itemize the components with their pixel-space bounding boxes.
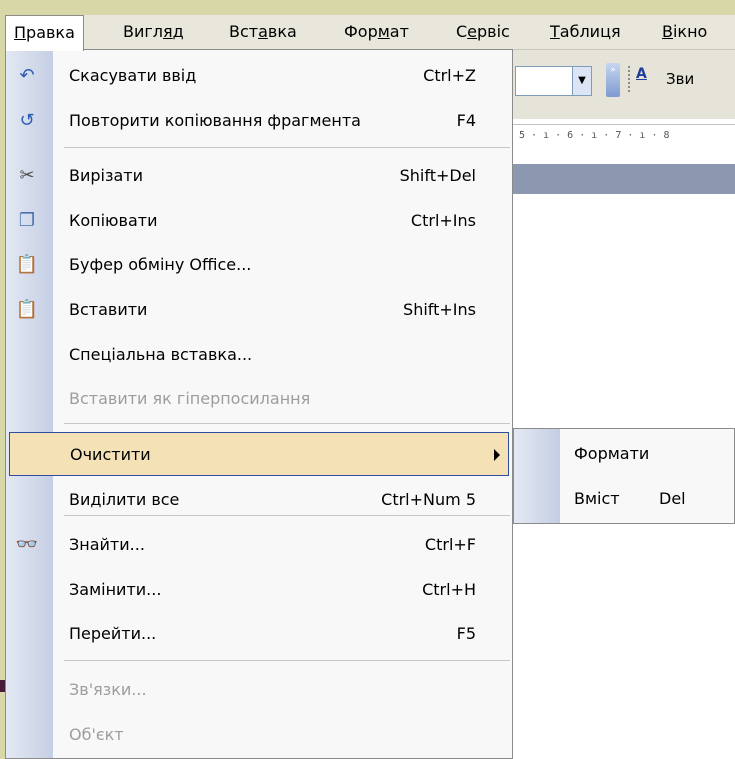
menu-item-undo[interactable]: ↶ Скасувати ввід Ctrl+Z — [6, 54, 512, 98]
repeat-icon: ↺ — [19, 110, 35, 131]
menu-item-select-all[interactable]: Виділити все Ctrl+Num 5 — [6, 478, 512, 522]
horizontal-ruler[interactable]: 5 · ı · 6 · ı · 7 · ı · 8 — [505, 124, 735, 164]
submenu-arrow-icon — [494, 449, 500, 461]
menu-item-shortcut: Ctrl+Ins — [410, 211, 476, 230]
menu-item-clear[interactable]: Очистити — [9, 432, 509, 476]
menu-item-label: Вставити — [69, 300, 148, 319]
ruler-band — [505, 164, 735, 194]
menu-item-paste[interactable]: 📋 Вставити Shift+Ins — [6, 288, 512, 332]
copy-icon: ❐ — [18, 210, 36, 231]
menu-item-label: Зв'язки... — [69, 680, 147, 699]
submenu-item-label: Формати — [574, 444, 650, 463]
edit-menu-dropdown: ↶ Скасувати ввід Ctrl+Z ↺ Повторити копіюван… — [5, 49, 513, 759]
menu-item-copy[interactable]: ❐ Копіювати Ctrl+Ins — [6, 199, 512, 243]
menu-window[interactable]: Вікно — [654, 15, 715, 49]
undo-icon: ↶ — [19, 65, 35, 86]
menu-insert[interactable]: Вставка — [221, 15, 305, 49]
menu-item-object: Об'єкт — [6, 713, 512, 757]
binoculars-icon: 👓 — [15, 534, 39, 555]
menu-item-label: Вставити як гіперпосилання — [69, 389, 311, 408]
menu-item-label: Спеціальна вставка... — [69, 345, 253, 364]
menu-separator — [64, 660, 510, 661]
menu-bar: Правка Вигляд Вставка Формат Сервіс Табл… — [5, 15, 735, 51]
submenu-item-label: Вміст — [574, 489, 620, 508]
scissors-icon: ✂ — [19, 165, 35, 186]
style-combo[interactable]: Зви — [666, 66, 694, 92]
menu-item-shortcut: Ctrl+H — [422, 580, 476, 599]
menu-item-label: Очистити — [70, 445, 151, 464]
menu-item-label: Перейти... — [69, 624, 157, 643]
menu-item-label: Вирізати — [69, 166, 144, 185]
menu-item-redo[interactable]: ↺ Повторити копіювання фрагмента F4 — [6, 99, 512, 143]
menu-item-links: Зв'язки... — [6, 668, 512, 712]
menu-item-label: Копіювати — [69, 211, 158, 230]
styles-icon[interactable]: A — [636, 66, 660, 92]
menu-format[interactable]: Формат — [336, 15, 417, 49]
menu-item-paste-hyperlink: Вставити як гіперпосилання — [6, 377, 512, 421]
submenu-item-shortcut: Del — [659, 489, 686, 508]
font-size-combo[interactable]: ▼ — [515, 66, 592, 96]
menu-item-label: Скасувати ввід — [69, 66, 197, 85]
dropdown-arrow-icon[interactable]: ▼ — [572, 67, 591, 95]
submenu-item-contents[interactable]: Вміст Del — [514, 477, 734, 521]
toolbar-options-button[interactable]: » — [606, 63, 620, 97]
menu-edit[interactable]: Правка — [5, 15, 84, 51]
menu-item-label: Повторити копіювання фрагмента — [69, 111, 361, 130]
menu-item-shortcut: Shift+Del — [399, 166, 476, 185]
menu-item-replace[interactable]: Замінити... Ctrl+H — [6, 568, 512, 612]
office-clipboard-icon: 📋 — [15, 254, 39, 275]
menu-item-label: Замінити... — [69, 580, 162, 599]
menu-item-label: Знайти... — [69, 535, 145, 554]
menu-tools[interactable]: Сервіс — [448, 15, 518, 49]
menu-item-shortcut: Shift+Ins — [403, 300, 476, 319]
menu-item-goto[interactable]: Перейти... F5 — [6, 612, 512, 656]
menu-item-shortcut: Ctrl+F — [424, 535, 476, 554]
menu-item-shortcut: Ctrl+Num 5 — [381, 490, 476, 509]
submenu-item-formats[interactable]: Формати — [514, 432, 734, 476]
menu-separator — [64, 147, 510, 148]
paste-icon: 📋 — [15, 299, 39, 320]
menu-item-label: Об'єкт — [69, 725, 124, 744]
menu-item-cut[interactable]: ✂ Вирізати Shift+Del — [6, 154, 512, 198]
chevron-double-icon: » — [610, 65, 616, 75]
menu-item-label: Виділити все — [69, 490, 180, 509]
menu-separator — [64, 423, 510, 424]
toolbar-grip[interactable] — [628, 66, 633, 92]
clear-submenu: Формати Вміст Del — [513, 428, 735, 524]
menu-item-shortcut: F5 — [456, 624, 476, 643]
menu-item-shortcut: Ctrl+Z — [423, 66, 476, 85]
menu-item-clipboard[interactable]: 📋 Буфер обміну Office... — [6, 243, 512, 287]
menu-view[interactable]: Вигляд — [115, 15, 192, 49]
menu-item-label: Буфер обміну Office... — [69, 255, 252, 274]
menu-item-find[interactable]: 👓 Знайти... Ctrl+F — [6, 523, 512, 567]
menu-table[interactable]: Таблиця — [542, 15, 629, 49]
menu-item-shortcut: F4 — [456, 111, 476, 130]
menu-item-paste-special[interactable]: Спеціальна вставка... — [6, 333, 512, 377]
